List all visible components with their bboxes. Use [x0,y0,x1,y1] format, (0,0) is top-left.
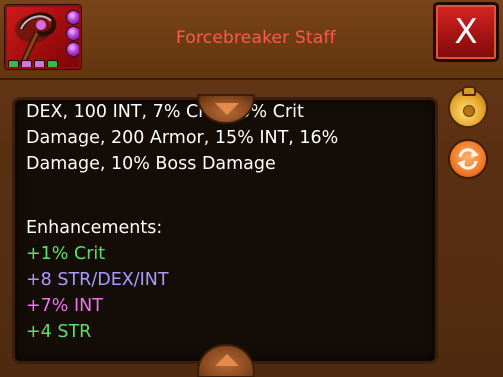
gem-socket-2 [66,26,79,41]
arrow-up-icon [215,354,239,366]
item-title: Forcebreaker Staff [176,28,336,48]
coin-icon [463,105,475,117]
item-icon-frame [5,5,81,69]
enhance-slot-1 [8,60,19,67]
swap-button[interactable] [448,139,488,179]
arrow-down-icon [215,103,239,115]
enhance-slot-3 [34,60,45,67]
swap-arrows-icon [457,148,479,170]
gem-socket-3 [66,42,79,57]
description-panel[interactable]: DEX, 100 INT, 7% Crit, 15% Crit Damage, … [12,97,438,364]
enhancements-heading: Enhancements: [26,218,163,238]
enhance-slot-2 [21,60,32,67]
gem-socket-1 [66,10,79,25]
sell-gold-button[interactable] [448,86,488,128]
enhancement-line: +1% Crit [26,244,106,264]
enhancement-line: +4 STR [26,322,92,342]
close-label: X [454,12,478,52]
stats-line-3: Damage, 10% Boss Damage [26,154,276,174]
close-button[interactable]: X [433,2,499,62]
item-detail-window: Forcebreaker Staff X DEX, 100 INT, 7% Cr… [0,0,503,377]
stats-line-2: Damage, 200 Armor, 15% INT, 16% [26,128,339,148]
enhance-slot-4 [47,60,58,67]
enhancement-line: +7% INT [26,296,103,316]
gold-bag-icon [462,86,476,96]
enhancement-line: +8 STR/DEX/INT [26,270,169,290]
